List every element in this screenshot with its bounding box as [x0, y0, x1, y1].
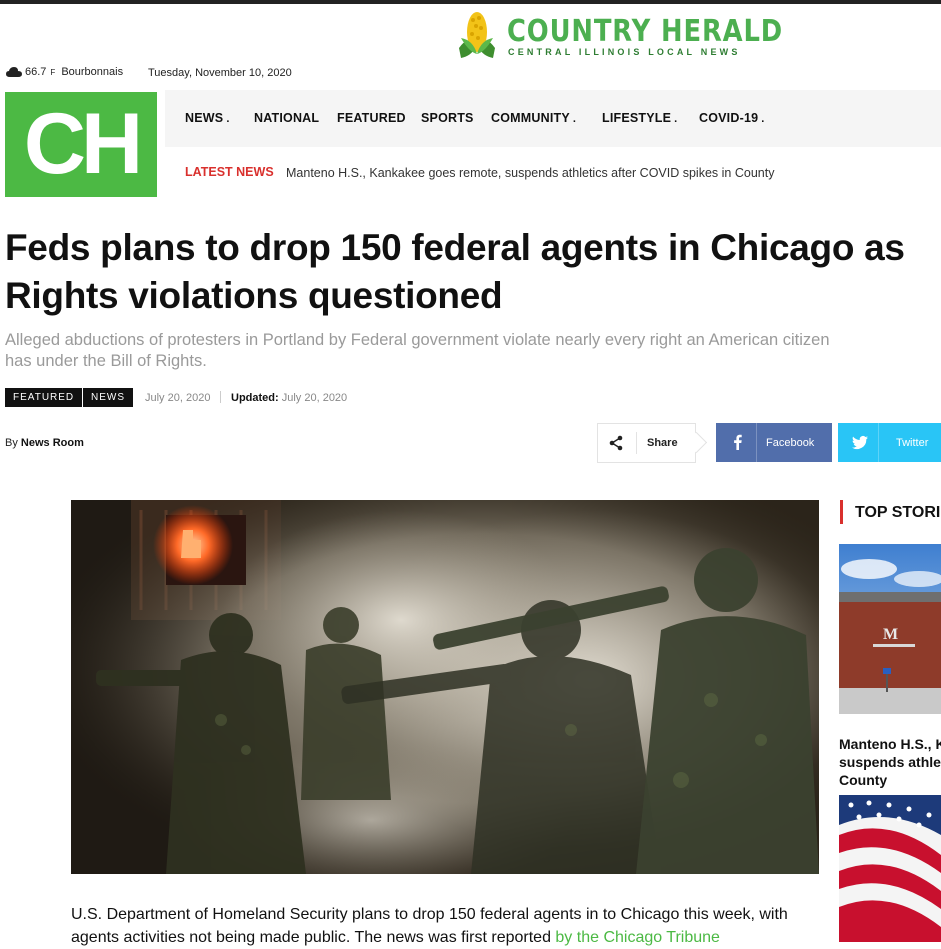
current-date: Tuesday, November 10, 2020 — [148, 67, 292, 79]
share-arrow — [685, 431, 708, 454]
byline-prefix: By — [5, 437, 18, 449]
corn-logo-icon — [459, 12, 495, 58]
cloud-icon — [6, 67, 22, 77]
category-tag-news[interactable]: NEWS — [83, 388, 133, 407]
share-separator — [636, 432, 637, 454]
author-name[interactable]: News Room — [21, 437, 84, 449]
nav-item-featured[interactable]: FEATURED — [337, 90, 406, 147]
site-tagline: CENTRAL ILLINOIS LOCAL NEWS — [508, 47, 741, 57]
facebook-share-button[interactable]: Facebook — [716, 423, 832, 462]
share-icon — [609, 435, 623, 451]
svg-text:M: M — [883, 626, 898, 643]
top-story-1-image[interactable]: M — [839, 544, 941, 714]
publish-date: July 20, 2020 — [145, 392, 211, 404]
weather-widget: 66.7 F Bourbonnais — [6, 66, 123, 78]
nav-item-community[interactable]: COMMUNITY. — [491, 90, 576, 147]
site-logo[interactable]: CH — [5, 92, 157, 197]
meta-divider — [220, 391, 221, 403]
site-name: COUNTRY HERALD — [507, 14, 784, 49]
nav-item-national[interactable]: NATIONAL — [254, 90, 319, 147]
top-stories-title: TOP STORI — [855, 504, 941, 521]
article-title-line1: Feds plans to drop 150 federal agents in… — [5, 227, 905, 268]
main-nav: NEWS. NATIONAL FEATURED SPORTS COMMUNITY… — [165, 90, 941, 147]
latest-news-label: LATEST NEWS — [185, 165, 274, 179]
nav-item-news[interactable]: NEWS. — [185, 90, 230, 147]
facebook-icon — [734, 434, 742, 450]
weather-temp: 66.7 — [25, 66, 47, 78]
article-body: U.S. Department of Homeland Security pla… — [71, 903, 819, 949]
facebook-label: Facebook — [766, 437, 815, 449]
latest-news-headline[interactable]: Manteno H.S., Kankakee goes remote, susp… — [286, 166, 774, 180]
top-border — [0, 0, 941, 4]
featured-photo-illustration — [71, 500, 819, 874]
logo-letters: CH — [23, 96, 143, 192]
top-stories-accent — [840, 500, 843, 524]
featured-image[interactable] — [71, 500, 819, 874]
top-story-1-title[interactable]: Manteno H.S., K suspends athle County — [839, 735, 941, 789]
twitter-icon — [852, 435, 868, 450]
share-label: Share — [647, 437, 678, 449]
weather-unit: F — [50, 67, 56, 77]
top-story-2-image[interactable] — [839, 795, 941, 942]
chicago-tribune-link[interactable]: by the Chicago Tribune — [555, 929, 720, 946]
updated-date: Updated: July 20, 2020 — [231, 392, 348, 404]
nav-item-lifestyle[interactable]: LIFESTYLE. — [602, 90, 677, 147]
american-flag-illustration — [839, 795, 941, 942]
nav-item-sports[interactable]: SPORTS — [421, 90, 474, 147]
nav-item-covid-19[interactable]: COVID-19. — [699, 90, 765, 147]
school-building-illustration: M — [839, 544, 941, 714]
article-title-line2: Rights violations questioned — [5, 275, 503, 316]
facebook-separator — [756, 423, 757, 462]
category-tag-featured[interactable]: FEATURED — [5, 388, 83, 407]
share-widget[interactable]: Share — [597, 423, 708, 463]
article-subtitle: Alleged abductions of protesters in Port… — [5, 331, 830, 370]
twitter-label: Twitter — [896, 437, 929, 449]
weather-location: Bourbonnais — [61, 66, 124, 78]
twitter-separator — [878, 423, 879, 462]
site-brand[interactable]: COUNTRY HERALD CENTRAL ILLINOIS LOCAL NE… — [455, 8, 782, 63]
byline: By News Room — [5, 437, 84, 449]
twitter-share-button[interactable]: Twitter — [838, 423, 941, 462]
article-title: Feds plans to drop 150 federal agents in… — [5, 224, 941, 320]
